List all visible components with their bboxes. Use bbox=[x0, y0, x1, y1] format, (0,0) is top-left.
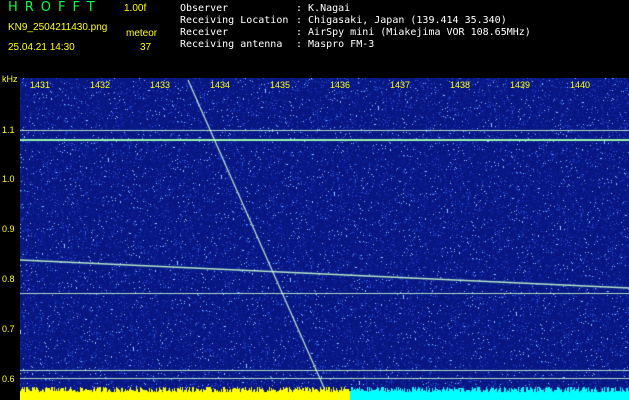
filename-label: KN9_2504211430.png bbox=[8, 22, 108, 33]
y-tick-label: 0.8 bbox=[2, 274, 15, 284]
y-tick-label: 1.1 bbox=[2, 125, 15, 135]
y-tick-label: 1.0 bbox=[2, 174, 15, 184]
y-axis-unit: kHz bbox=[2, 74, 18, 84]
x-tick-label: 1434 bbox=[210, 80, 231, 90]
x-tick-label: 1437 bbox=[390, 80, 411, 90]
y-tick-label: 0.7 bbox=[2, 324, 15, 334]
x-tick-label: 1431 bbox=[30, 80, 51, 90]
location-label: Receiving Location bbox=[180, 15, 289, 26]
antenna-label: Receiving antenna bbox=[180, 39, 283, 50]
mode-label: meteor bbox=[126, 28, 158, 39]
header-panel: HROFFT 1.00f KN9_2504211430.png meteor 2… bbox=[0, 0, 629, 74]
spectrogram-canvas bbox=[20, 78, 629, 400]
receiver-label: Receiver bbox=[180, 27, 229, 38]
x-tick-label: 1440 bbox=[570, 80, 591, 90]
observer-label: Observer bbox=[180, 3, 229, 14]
y-tick-label: 0.6 bbox=[2, 374, 15, 384]
observer-value: : K.Nagai bbox=[296, 3, 351, 14]
x-tick-label: 1432 bbox=[90, 80, 111, 90]
x-tick-label: 1438 bbox=[450, 80, 471, 90]
x-tick-label: 1435 bbox=[270, 80, 291, 90]
app-title: HROFFT bbox=[8, 0, 102, 15]
y-axis: kHz 1.1 1.0 0.9 0.8 0.7 0.6 bbox=[0, 74, 20, 400]
y-tick-label: 0.9 bbox=[2, 224, 15, 234]
datetime-label: 25.04.21 14:30 bbox=[8, 42, 75, 53]
x-tick-label: 1436 bbox=[330, 80, 351, 90]
x-tick-label: 1433 bbox=[150, 80, 171, 90]
x-tick-label: 1439 bbox=[510, 80, 531, 90]
count-label: 37 bbox=[140, 42, 152, 53]
version-label: 1.00f bbox=[124, 3, 147, 14]
receiver-value: : AirSpy mini (Miakejima VOR 108.65MHz) bbox=[296, 27, 531, 38]
location-value: : Chigasaki, Japan (139.414 35.340) bbox=[296, 15, 507, 26]
antenna-value: : Maspro FM-3 bbox=[296, 39, 375, 50]
